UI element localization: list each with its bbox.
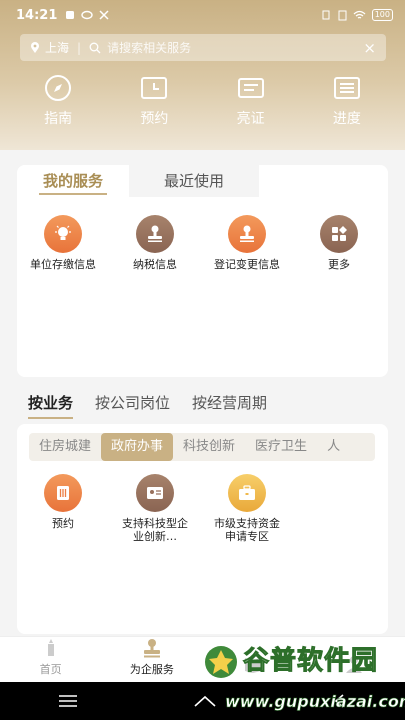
city-selector[interactable]: 上海 [45, 39, 69, 56]
nav-enterprise-label: 为企服务 [129, 663, 174, 676]
business-item-label: 支持科技型企业创新… [122, 517, 188, 543]
tab-recent-label: 最近使用 [163, 172, 224, 190]
tab-recent[interactable]: 最近使用 [129, 165, 259, 197]
notification-icon [66, 11, 75, 19]
quick-show-license[interactable]: 亮证 [211, 74, 291, 128]
quick-guide-label: 指南 [44, 111, 73, 127]
tab-my-services-label: 我的服务 [42, 172, 103, 190]
quick-appointment-label: 预约 [140, 111, 169, 127]
search-input[interactable]: 请搜索相关服务 [107, 39, 363, 56]
tab-my-services[interactable]: 我的服务 [17, 165, 129, 197]
watermark: 谷普软件园 www.gupuxiazai.com [203, 640, 405, 720]
nav-home[interactable]: 首页 [0, 637, 101, 682]
lightbulb-icon [55, 225, 71, 240]
quick-show-license-label: 亮证 [236, 111, 265, 127]
category-partial[interactable]: 人 [317, 433, 350, 461]
business-item-appointment[interactable]: 预约 [17, 474, 109, 543]
tab-by-position[interactable]: 按公司岗位 [95, 392, 170, 419]
status-bar: 14:21 100 [0, 0, 405, 30]
service-item-label: 纳税信息 [133, 258, 177, 271]
business-item-label: 市级支持资金申请专区 [214, 517, 280, 543]
service-item-label: 登记变更信息 [214, 258, 280, 271]
grid-more-icon [332, 226, 347, 241]
watermark-title: 谷普软件园 [242, 646, 379, 677]
category-government[interactable]: 政府办事 [101, 433, 174, 461]
service-item-deposit[interactable]: 单位存缴信息 [17, 215, 109, 271]
my-services-grid: 单位存缴信息 纳税信息 登记变更信息 更多 [17, 215, 388, 271]
id-card-icon [147, 487, 163, 499]
nav-home-label: 首页 [39, 663, 62, 676]
tab-by-cycle[interactable]: 按经营周期 [192, 392, 267, 419]
nav-enterprise[interactable]: 为企服务 [101, 637, 202, 682]
menu-icon[interactable] [58, 694, 78, 708]
tab-by-business[interactable]: 按业务 [28, 392, 74, 419]
search-bar[interactable]: 上海 | 请搜索相关服务 × [20, 34, 386, 61]
stamp-icon [148, 225, 162, 242]
business-services-grid: 预约 支持科技型企业创新… 市级支持资金申请专区 [17, 474, 388, 543]
divider: | [77, 40, 82, 55]
service-item-registration[interactable]: 登记变更信息 [201, 215, 293, 271]
calendar-icon [141, 77, 168, 99]
quick-progress[interactable]: 进度 [307, 74, 387, 128]
battery-indicator: 100 [371, 9, 393, 21]
watermark-logo-icon [205, 646, 237, 678]
clear-search-button[interactable]: × [363, 39, 376, 57]
quick-actions: 指南 预约 亮证 进度 [0, 74, 405, 128]
category-housing[interactable]: 住房城建 [29, 433, 101, 461]
document-icon [57, 486, 69, 500]
active-tab-underline [39, 193, 107, 195]
mail-icon [81, 10, 94, 20]
location-pin-icon [31, 41, 39, 53]
service-item-label: 更多 [328, 258, 350, 271]
business-category-scroller[interactable]: 住房城建 政府办事 科技创新 医疗卫生 人 [29, 433, 375, 461]
category-medical[interactable]: 医疗卫生 [245, 433, 317, 461]
id-card-icon [237, 78, 264, 98]
category-tech[interactable]: 科技创新 [173, 433, 245, 461]
quick-progress-label: 进度 [332, 111, 361, 127]
service-item-label: 单位存缴信息 [30, 258, 96, 271]
enterprise-icon [143, 639, 160, 658]
vibrate-icon [322, 10, 330, 20]
home-icon [47, 639, 54, 656]
search-icon [89, 42, 101, 53]
briefcase-icon [239, 485, 255, 500]
business-item-tech-support[interactable]: 支持科技型企业创新… [109, 474, 201, 543]
business-item-label: 预约 [52, 517, 74, 530]
status-time: 14:21 [16, 7, 58, 23]
sim-icon [338, 10, 347, 20]
tools-icon [99, 10, 109, 20]
stamp-icon [240, 225, 254, 242]
business-item-funding[interactable]: 市级支持资金申请专区 [201, 474, 293, 543]
compass-icon [45, 75, 72, 101]
watermark-url: www.gupuxiazai.com [225, 692, 405, 712]
quick-guide[interactable]: 指南 [18, 74, 98, 128]
service-item-tax[interactable]: 纳税信息 [109, 215, 201, 271]
quick-appointment[interactable]: 预约 [114, 74, 194, 128]
service-item-more[interactable]: 更多 [293, 215, 385, 271]
category-tabs: 按业务 按公司岗位 按经营周期 [28, 392, 267, 419]
my-services-tabs: 我的服务 最近使用 [17, 165, 388, 197]
progress-list-icon [333, 77, 360, 99]
wifi-icon [353, 10, 366, 19]
